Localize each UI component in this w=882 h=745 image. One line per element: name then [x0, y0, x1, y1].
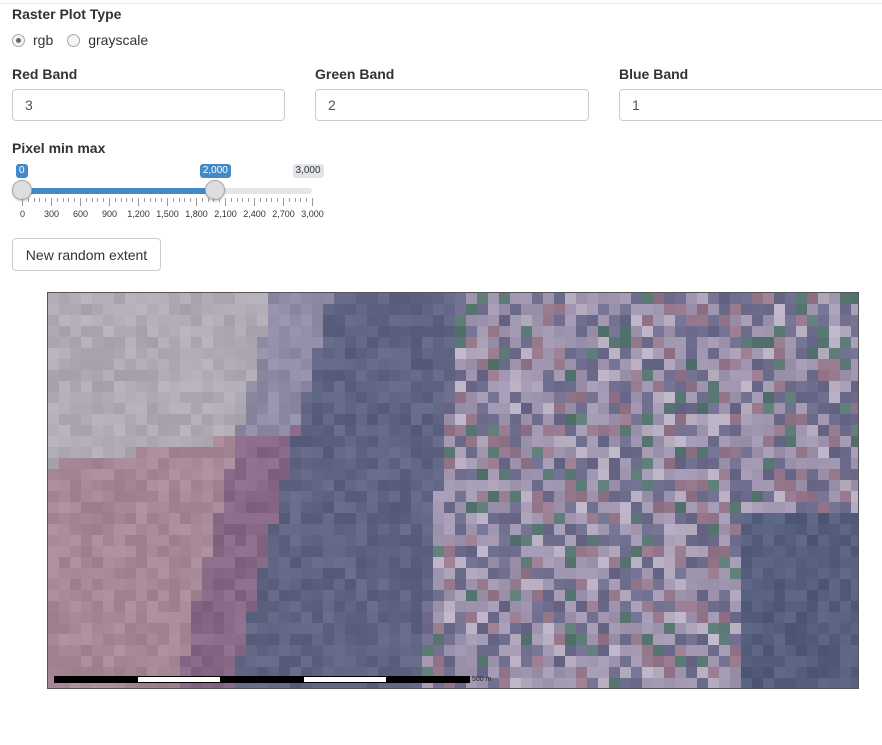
slider-tick-label: 1,200	[127, 209, 150, 219]
slider-minor-tick	[120, 198, 122, 202]
slider-minor-tick	[149, 198, 151, 202]
slider-minor-tick	[259, 198, 261, 202]
slider-minor-tick	[178, 198, 180, 202]
slider-minor-tick	[33, 198, 35, 202]
slider-tick	[138, 198, 139, 206]
slider-minor-tick	[56, 198, 58, 202]
pixel-range-slider[interactable]: 0 2,000 3,000 0 300 600 900 1,200 1,500 1,800 2…	[12, 160, 324, 230]
slider-minor-tick	[97, 198, 99, 202]
slider-minor-tick	[207, 198, 209, 202]
slider-minor-tick	[213, 198, 215, 202]
slider-tick-label: 1,500	[156, 209, 179, 219]
slider-tick-label: 3,000	[301, 209, 324, 219]
raster-plot-type-radio-group: rgb grayscale	[12, 30, 162, 50]
scale-bar-segment	[220, 676, 304, 683]
slider-max-value: 2,000	[199, 164, 231, 178]
radio-rgb-label: rgb	[33, 32, 54, 48]
slider-tick-label: 1,800	[185, 209, 208, 219]
slider-tick	[167, 198, 168, 206]
slider-minor-tick	[242, 198, 244, 202]
slider-minor-tick	[172, 198, 174, 202]
slider-minor-tick	[132, 198, 134, 202]
slider-range-max-label: 3,000	[292, 164, 324, 178]
slider-min-value: 0	[16, 164, 28, 178]
slider-minor-tick	[91, 198, 93, 202]
radio-option-rgb[interactable]: rgb	[12, 32, 53, 48]
slider-minor-tick	[277, 198, 279, 202]
slider-selected-range	[22, 188, 216, 194]
slider-tick-label: 0	[19, 209, 26, 219]
slider-tick	[312, 198, 313, 206]
slider-minor-tick	[39, 198, 41, 202]
red-band-label: Red Band	[12, 66, 78, 82]
slider-tick-label: 600	[72, 209, 89, 219]
scale-bar-segment	[138, 676, 220, 683]
slider-max-handle[interactable]	[205, 180, 226, 200]
blue-band-label: Blue Band	[619, 66, 689, 82]
blue-band-input[interactable]	[619, 89, 882, 121]
slider-minor-tick	[236, 198, 238, 202]
slider-minor-tick	[143, 198, 145, 202]
scale-bar-segment	[386, 676, 470, 683]
radio-rgb[interactable]	[12, 33, 25, 47]
radio-grayscale[interactable]	[67, 33, 81, 47]
green-band-label: Green Band	[315, 66, 395, 82]
slider-tick	[80, 198, 81, 206]
green-band-input[interactable]	[315, 89, 589, 121]
slider-minor-tick	[288, 198, 290, 202]
slider-min-handle[interactable]	[12, 180, 32, 200]
slider-tick	[51, 198, 52, 206]
slider-tick	[254, 198, 255, 206]
slider-minor-tick	[27, 198, 29, 202]
slider-minor-tick	[184, 198, 186, 202]
slider-tick-label: 300	[43, 209, 60, 219]
slider-tick	[283, 198, 284, 206]
slider-tick	[109, 198, 110, 206]
slider-minor-tick	[271, 198, 273, 202]
slider-minor-tick	[114, 198, 116, 202]
slider-grid: 0 300 600 900 1,200 1,500 1,800 2,100 2,400 2,700…	[12, 198, 324, 228]
slider-tick	[225, 198, 226, 206]
slider-tick-label: 2,700	[272, 209, 295, 219]
scale-bar-segment	[304, 676, 386, 683]
radio-grayscale-label: grayscale	[88, 32, 149, 48]
slider-minor-tick	[265, 198, 267, 202]
slider-tick-label: 2,400	[243, 209, 266, 219]
slider-minor-tick	[161, 198, 163, 202]
slider-minor-tick	[306, 198, 308, 202]
new-random-extent-button[interactable]: New random extent	[12, 238, 161, 271]
red-band-input[interactable]	[12, 89, 285, 121]
slider-minor-tick	[230, 198, 232, 202]
slider-minor-tick	[219, 198, 221, 202]
slider-minor-tick	[155, 198, 157, 202]
slider-minor-tick	[74, 198, 76, 202]
raster-plot-type-label: Raster Plot Type	[12, 6, 122, 22]
slider-tick	[196, 198, 197, 206]
raster-map: 500 m	[47, 292, 859, 689]
slider-minor-tick	[103, 198, 105, 202]
slider-minor-tick	[294, 198, 296, 202]
slider-minor-tick	[190, 198, 192, 202]
scale-bar-segment	[54, 676, 138, 683]
slider-minor-tick	[248, 198, 250, 202]
slider-minor-tick	[62, 198, 64, 202]
scale-bar-label: 500 m	[472, 676, 492, 683]
slider-minor-tick	[85, 198, 87, 202]
slider-minor-tick	[68, 198, 70, 202]
slider-tick-label: 900	[101, 209, 118, 219]
radio-option-grayscale[interactable]: grayscale	[67, 32, 148, 48]
slider-minor-tick	[45, 198, 47, 202]
slider-minor-tick	[201, 198, 203, 202]
pixel-min-max-label: Pixel min max	[12, 140, 106, 156]
slider-minor-tick	[300, 198, 302, 202]
slider-tick-label: 2,100	[214, 209, 237, 219]
raster-image	[48, 293, 858, 688]
slider-minor-tick	[126, 198, 128, 202]
top-divider	[0, 3, 882, 4]
slider-tick	[22, 198, 23, 206]
